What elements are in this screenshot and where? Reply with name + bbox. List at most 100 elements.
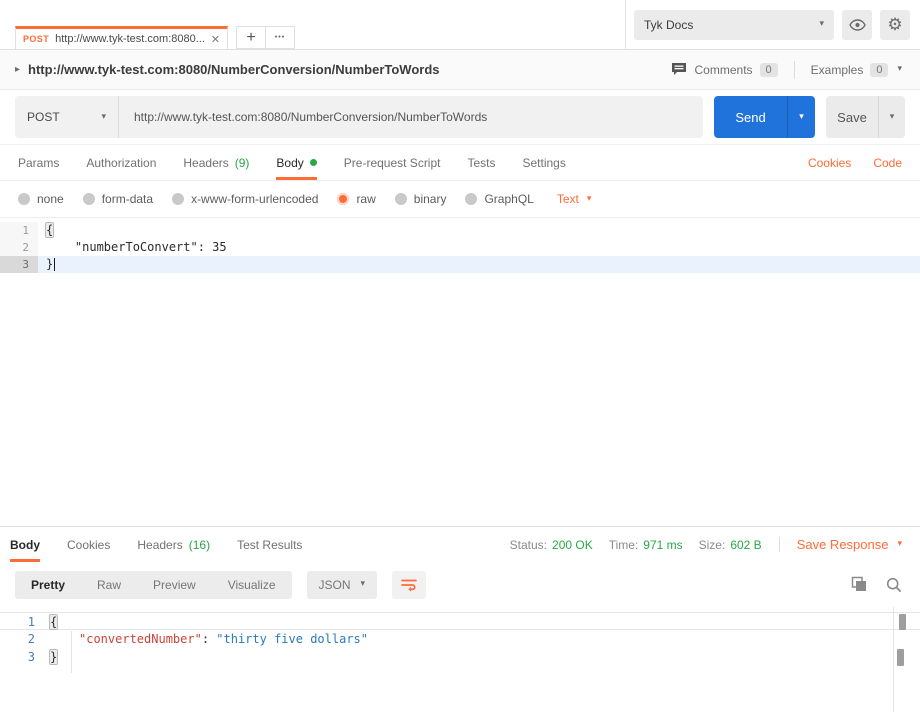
tab-pre-request-script[interactable]: Pre-request Script <box>344 145 441 180</box>
status-label: Status: <box>509 537 548 552</box>
radio-icon <box>172 193 185 205</box>
body-content-dot <box>309 159 317 166</box>
scrollbar-thumb[interactable] <box>897 649 904 666</box>
disclosure-triangle-icon[interactable]: ▸ <box>15 64 20 75</box>
mode-graphql[interactable]: GraphQL <box>465 192 534 206</box>
open-tabs: POST http://www.tyk-test.com:8080... ✕ +… <box>0 0 625 49</box>
request-body-editor[interactable]: 1 { 2 "numberToConvert": 35 3 } <box>0 217 920 513</box>
radio-selected-icon <box>337 193 350 205</box>
mode-x-www-form-urlencoded[interactable]: x-www-form-urlencoded <box>172 192 318 206</box>
view-switcher: Pretty Raw Preview Visualize <box>15 570 292 599</box>
time-value: 971 ms <box>643 537 683 552</box>
line-number: 1 <box>27 615 35 629</box>
wrap-text-icon <box>401 578 417 592</box>
divider <box>793 60 795 79</box>
tab-method-label: POST <box>23 34 50 44</box>
mode-none[interactable]: none <box>18 192 64 206</box>
environment-area: Tyk Docs ▾ ⚙ <box>625 0 920 49</box>
save-options-button[interactable]: ▾ <box>878 96 905 138</box>
view-raw[interactable]: Raw <box>81 571 137 599</box>
format-selector[interactable]: JSON ▾ <box>306 570 378 599</box>
format-value: JSON <box>318 577 351 592</box>
editor-text: } <box>46 257 54 271</box>
view-visualize[interactable]: Visualize <box>212 571 292 599</box>
postman-app: POST http://www.tyk-test.com:8080... ✕ +… <box>0 0 920 712</box>
time-label: Time: <box>608 537 639 552</box>
chevron-down-icon: ▾ <box>360 579 366 589</box>
tab-headers[interactable]: Headers (9) <box>183 145 249 180</box>
environment-quick-look-button[interactable] <box>842 9 872 40</box>
method-selector[interactable]: POST ▾ <box>15 96 119 138</box>
response-tab-headers[interactable]: Headers (16) <box>137 527 210 562</box>
response-section: Body Cookies Headers (16) Test Results St… <box>0 526 920 712</box>
cookies-link[interactable]: Cookies <box>808 156 851 170</box>
request-title: http://www.tyk-test.com:8080/NumberConve… <box>28 62 440 77</box>
raw-type-value: Text <box>556 192 579 206</box>
send-options-button[interactable]: ▾ <box>787 96 815 138</box>
line-number: 3 <box>0 256 38 273</box>
comments-count-badge: 0 <box>759 62 778 77</box>
matching-brace: { <box>50 615 58 629</box>
response-tab-body[interactable]: Body <box>10 527 40 562</box>
title-actions: Comments 0 Examples 0 ▾ <box>671 60 902 79</box>
line-number: 3 <box>27 650 35 664</box>
radio-icon <box>465 193 478 205</box>
status-value: 200 OK <box>552 537 593 552</box>
response-tab-cookies[interactable]: Cookies <box>67 527 110 562</box>
copy-icon[interactable] <box>851 576 867 593</box>
chevron-down-icon: ▾ <box>889 111 895 122</box>
chevron-down-icon[interactable]: ▾ <box>897 65 902 74</box>
close-icon[interactable]: ✕ <box>211 34 220 45</box>
send-button-group: Send ▾ <box>714 96 815 138</box>
url-input[interactable]: http://www.tyk-test.com:8080/NumberConve… <box>119 96 703 138</box>
radio-icon <box>82 193 95 205</box>
body-mode-row: none form-data x-www-form-urlencoded raw… <box>0 181 920 217</box>
json-colon: : <box>201 632 217 646</box>
mode-form-data[interactable]: form-data <box>82 192 153 206</box>
more-tabs-button[interactable]: ••• <box>265 26 295 49</box>
request-builder-row: POST ▾ http://www.tyk-test.com:8080/Numb… <box>0 90 920 144</box>
chevron-down-icon: ▾ <box>799 111 804 122</box>
url-group: POST ▾ http://www.tyk-test.com:8080/Numb… <box>15 96 703 138</box>
tab-body[interactable]: Body <box>276 145 317 180</box>
environment-settings-button[interactable]: ⚙ <box>880 9 910 40</box>
chevron-down-icon: ▾ <box>586 193 592 204</box>
tab-settings[interactable]: Settings <box>523 145 566 180</box>
tab-tests[interactable]: Tests <box>467 145 495 180</box>
scrollbar-track <box>893 607 894 712</box>
save-button[interactable]: Save <box>826 96 878 138</box>
json-string-value: "thirty five dollars" <box>216 632 368 646</box>
json-key: "convertedNumber" <box>79 632 202 646</box>
response-body-editor[interactable]: 1 { 2 "convertedNumber": "thirty five do… <box>0 607 920 712</box>
send-button[interactable]: Send <box>714 96 787 138</box>
wrap-text-button[interactable] <box>392 570 427 599</box>
view-pretty[interactable]: Pretty <box>15 571 81 599</box>
comments-label[interactable]: Comments <box>695 63 753 77</box>
radio-icon <box>18 193 30 205</box>
examples-label[interactable]: Examples <box>811 63 864 77</box>
mode-binary[interactable]: binary <box>394 192 446 206</box>
save-response-button[interactable]: Save Response ▾ <box>778 537 902 552</box>
line-number: 2 <box>0 239 38 256</box>
eye-icon <box>848 18 866 31</box>
environment-selector[interactable]: Tyk Docs ▾ <box>634 9 834 40</box>
line-number: 1 <box>0 222 38 239</box>
tab-params[interactable]: Params <box>18 145 59 180</box>
view-preview[interactable]: Preview <box>137 571 212 599</box>
scrollbar-thumb[interactable] <box>899 614 906 630</box>
tab-authorization[interactable]: Authorization <box>86 145 156 180</box>
response-tab-test-results[interactable]: Test Results <box>237 527 302 562</box>
request-tab[interactable]: POST http://www.tyk-test.com:8080... ✕ <box>15 26 228 49</box>
search-icon[interactable] <box>886 577 902 593</box>
tab-title: http://www.tyk-test.com:8080... <box>55 33 205 45</box>
response-tabs: Body Cookies Headers (16) Test Results St… <box>0 527 920 562</box>
editor-line: 2 "numberToConvert": 35 <box>0 239 920 256</box>
raw-type-selector[interactable]: Text ▾ <box>557 192 592 206</box>
mode-raw[interactable]: raw <box>337 192 376 206</box>
response-status-group: Status: 200 OK Time: 971 ms Size: 602 B … <box>494 527 902 562</box>
comment-icon <box>671 62 687 77</box>
code-link[interactable]: Code <box>873 156 902 170</box>
request-title-row: ▸ http://www.tyk-test.com:8080/NumberCon… <box>0 50 920 90</box>
new-tab-button[interactable]: + <box>236 26 266 49</box>
